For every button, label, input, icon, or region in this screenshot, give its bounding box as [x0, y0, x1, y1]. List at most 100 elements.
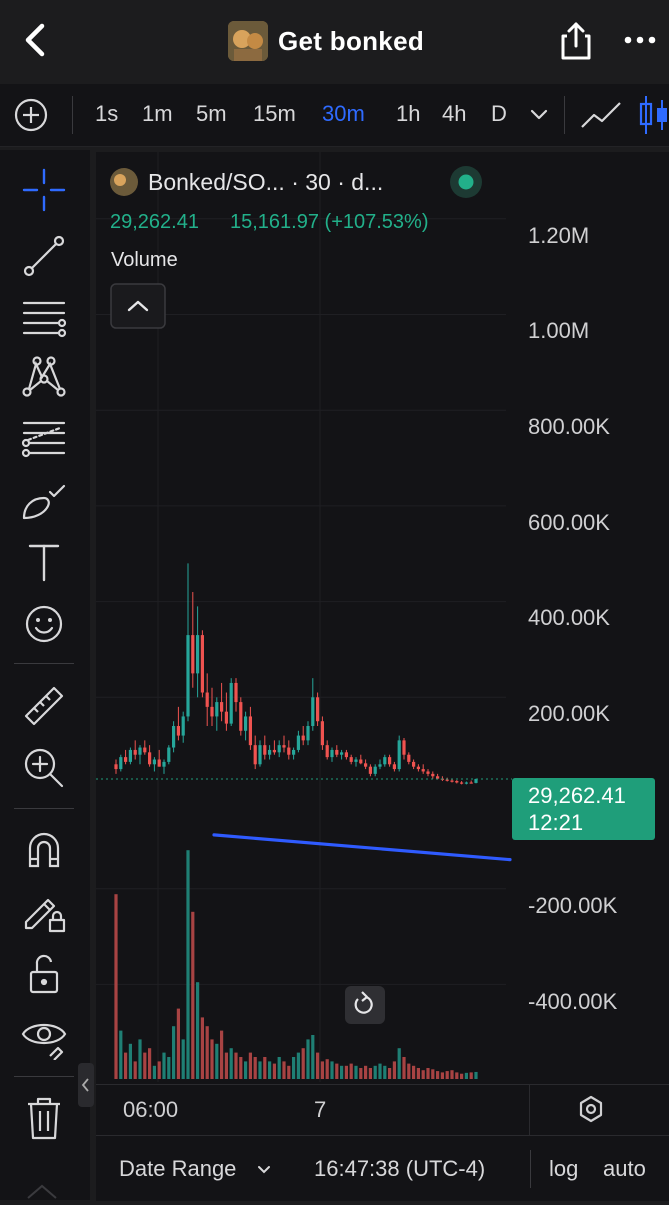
volume-bar [440, 1072, 444, 1079]
candle-body [191, 635, 195, 674]
eye-icon[interactable] [20, 1012, 68, 1060]
trend-line [212, 833, 512, 862]
log-scale-toggle[interactable]: log [549, 1156, 578, 1182]
volume-bar [431, 1069, 435, 1079]
interval-30m[interactable]: 30m [322, 101, 365, 127]
volume-bar [416, 1068, 420, 1079]
candle-body [292, 749, 296, 755]
volume-bar [268, 1061, 272, 1079]
interval-1m[interactable]: 1m [142, 101, 173, 127]
ruler-icon[interactable] [20, 682, 68, 730]
collapse-legend-button[interactable] [110, 283, 166, 329]
candle-body [253, 745, 257, 765]
volume-bar [445, 1071, 449, 1079]
volume-bar [234, 1052, 238, 1079]
candle-body [167, 747, 171, 762]
volume-bar [292, 1057, 296, 1079]
toolbar-collapse-handle[interactable] [78, 1063, 94, 1107]
crosshair-icon[interactable] [20, 166, 68, 214]
chevron-down-icon[interactable] [528, 106, 550, 122]
volume-bar [263, 1057, 267, 1079]
volume-bar [426, 1068, 430, 1079]
candle-body [359, 759, 363, 764]
magnet-icon[interactable] [20, 826, 68, 874]
chevron-down-icon [258, 1166, 270, 1174]
volume-bar [229, 1048, 233, 1079]
volume-bar [368, 1068, 372, 1079]
chart-settings-icon[interactable] [577, 1095, 605, 1123]
price-chart[interactable]: Bonked/SO... · 30 · d... 29,262.41 15,16… [96, 152, 669, 1092]
volume-bar [210, 1039, 214, 1079]
volume-bar [114, 894, 118, 1079]
volume-bar [344, 1065, 348, 1079]
candle-body [258, 745, 262, 765]
trend-line-icon[interactable] [20, 232, 68, 280]
volume-bar [138, 1039, 142, 1079]
candle-body [455, 781, 459, 783]
candle-body [229, 682, 233, 724]
toolbar-divider [14, 808, 74, 809]
interval-4h[interactable]: 4h [442, 101, 466, 127]
volume-bar [421, 1070, 425, 1079]
time-tick: 06:00 [123, 1097, 179, 1122]
text-icon[interactable] [20, 538, 68, 586]
chevron-left-icon[interactable] [18, 22, 52, 58]
volume-bar [119, 1030, 123, 1079]
reset-chart-button[interactable] [345, 986, 385, 1024]
toolbar-divider [14, 663, 74, 664]
top-header: Get bonked [0, 0, 669, 82]
volume-bar [397, 1048, 401, 1079]
candle-body [272, 749, 276, 753]
interval-5m[interactable]: 5m [196, 101, 227, 127]
candle-body [128, 749, 132, 762]
lock-drawing-icon[interactable] [20, 888, 68, 936]
volume-bar [412, 1065, 416, 1079]
volume-bar [325, 1059, 329, 1079]
price-tick: 200.00K [528, 701, 610, 726]
unlock-icon[interactable] [20, 950, 68, 998]
emoji-icon[interactable] [20, 600, 68, 648]
candle-body [402, 740, 406, 755]
volume-bar [464, 1072, 468, 1079]
line-chart-type-icon[interactable] [580, 100, 622, 130]
interval-d[interactable]: D [491, 101, 507, 127]
drawing-toolbar [0, 150, 90, 1200]
volume-bar [296, 1052, 300, 1079]
volume-bar [157, 1061, 161, 1079]
share-icon[interactable] [558, 20, 594, 62]
volume-bar [162, 1052, 166, 1079]
brush-icon[interactable] [20, 478, 68, 526]
horizontal-lines-icon[interactable] [20, 296, 68, 344]
candle-body [445, 779, 449, 781]
volume-bar [455, 1072, 459, 1079]
volume-bar [287, 1065, 291, 1079]
interval-1h[interactable]: 1h [396, 101, 420, 127]
volume-bar [148, 1048, 152, 1079]
trash-icon[interactable] [20, 1094, 68, 1142]
candle-body [114, 764, 118, 770]
pattern-icon[interactable] [20, 352, 68, 400]
divider [530, 1150, 531, 1188]
clock-timezone[interactable]: 16:47:38 (UTC-4) [314, 1156, 485, 1182]
price-tick: -400.00K [528, 989, 618, 1014]
add-indicator-icon[interactable] [14, 98, 48, 132]
scroll-handle[interactable] [22, 1178, 62, 1200]
volume-bar [364, 1065, 368, 1079]
last-price-tag: 29,262.41 12:21 [512, 778, 655, 840]
candle-body [344, 752, 348, 758]
volume-bar [172, 1026, 176, 1079]
auto-scale-toggle[interactable]: auto [603, 1156, 646, 1182]
candle-body [364, 763, 368, 767]
date-range-button[interactable]: Date Range [119, 1156, 236, 1182]
interval-15m[interactable]: 15m [253, 101, 296, 127]
page-title: Get bonked [228, 20, 424, 62]
interval-1s[interactable]: 1s [95, 101, 118, 127]
volume-bar [330, 1061, 334, 1079]
symbol-label[interactable]: Bonked/SO... · 30 · d... [148, 169, 383, 195]
price-tick: 400.00K [528, 605, 610, 630]
candle-chart-type-icon[interactable] [638, 94, 669, 136]
zoom-in-icon[interactable] [20, 744, 68, 792]
fib-icon[interactable] [20, 416, 68, 464]
volume-bar [320, 1061, 324, 1079]
more-dots-icon[interactable] [622, 28, 658, 52]
